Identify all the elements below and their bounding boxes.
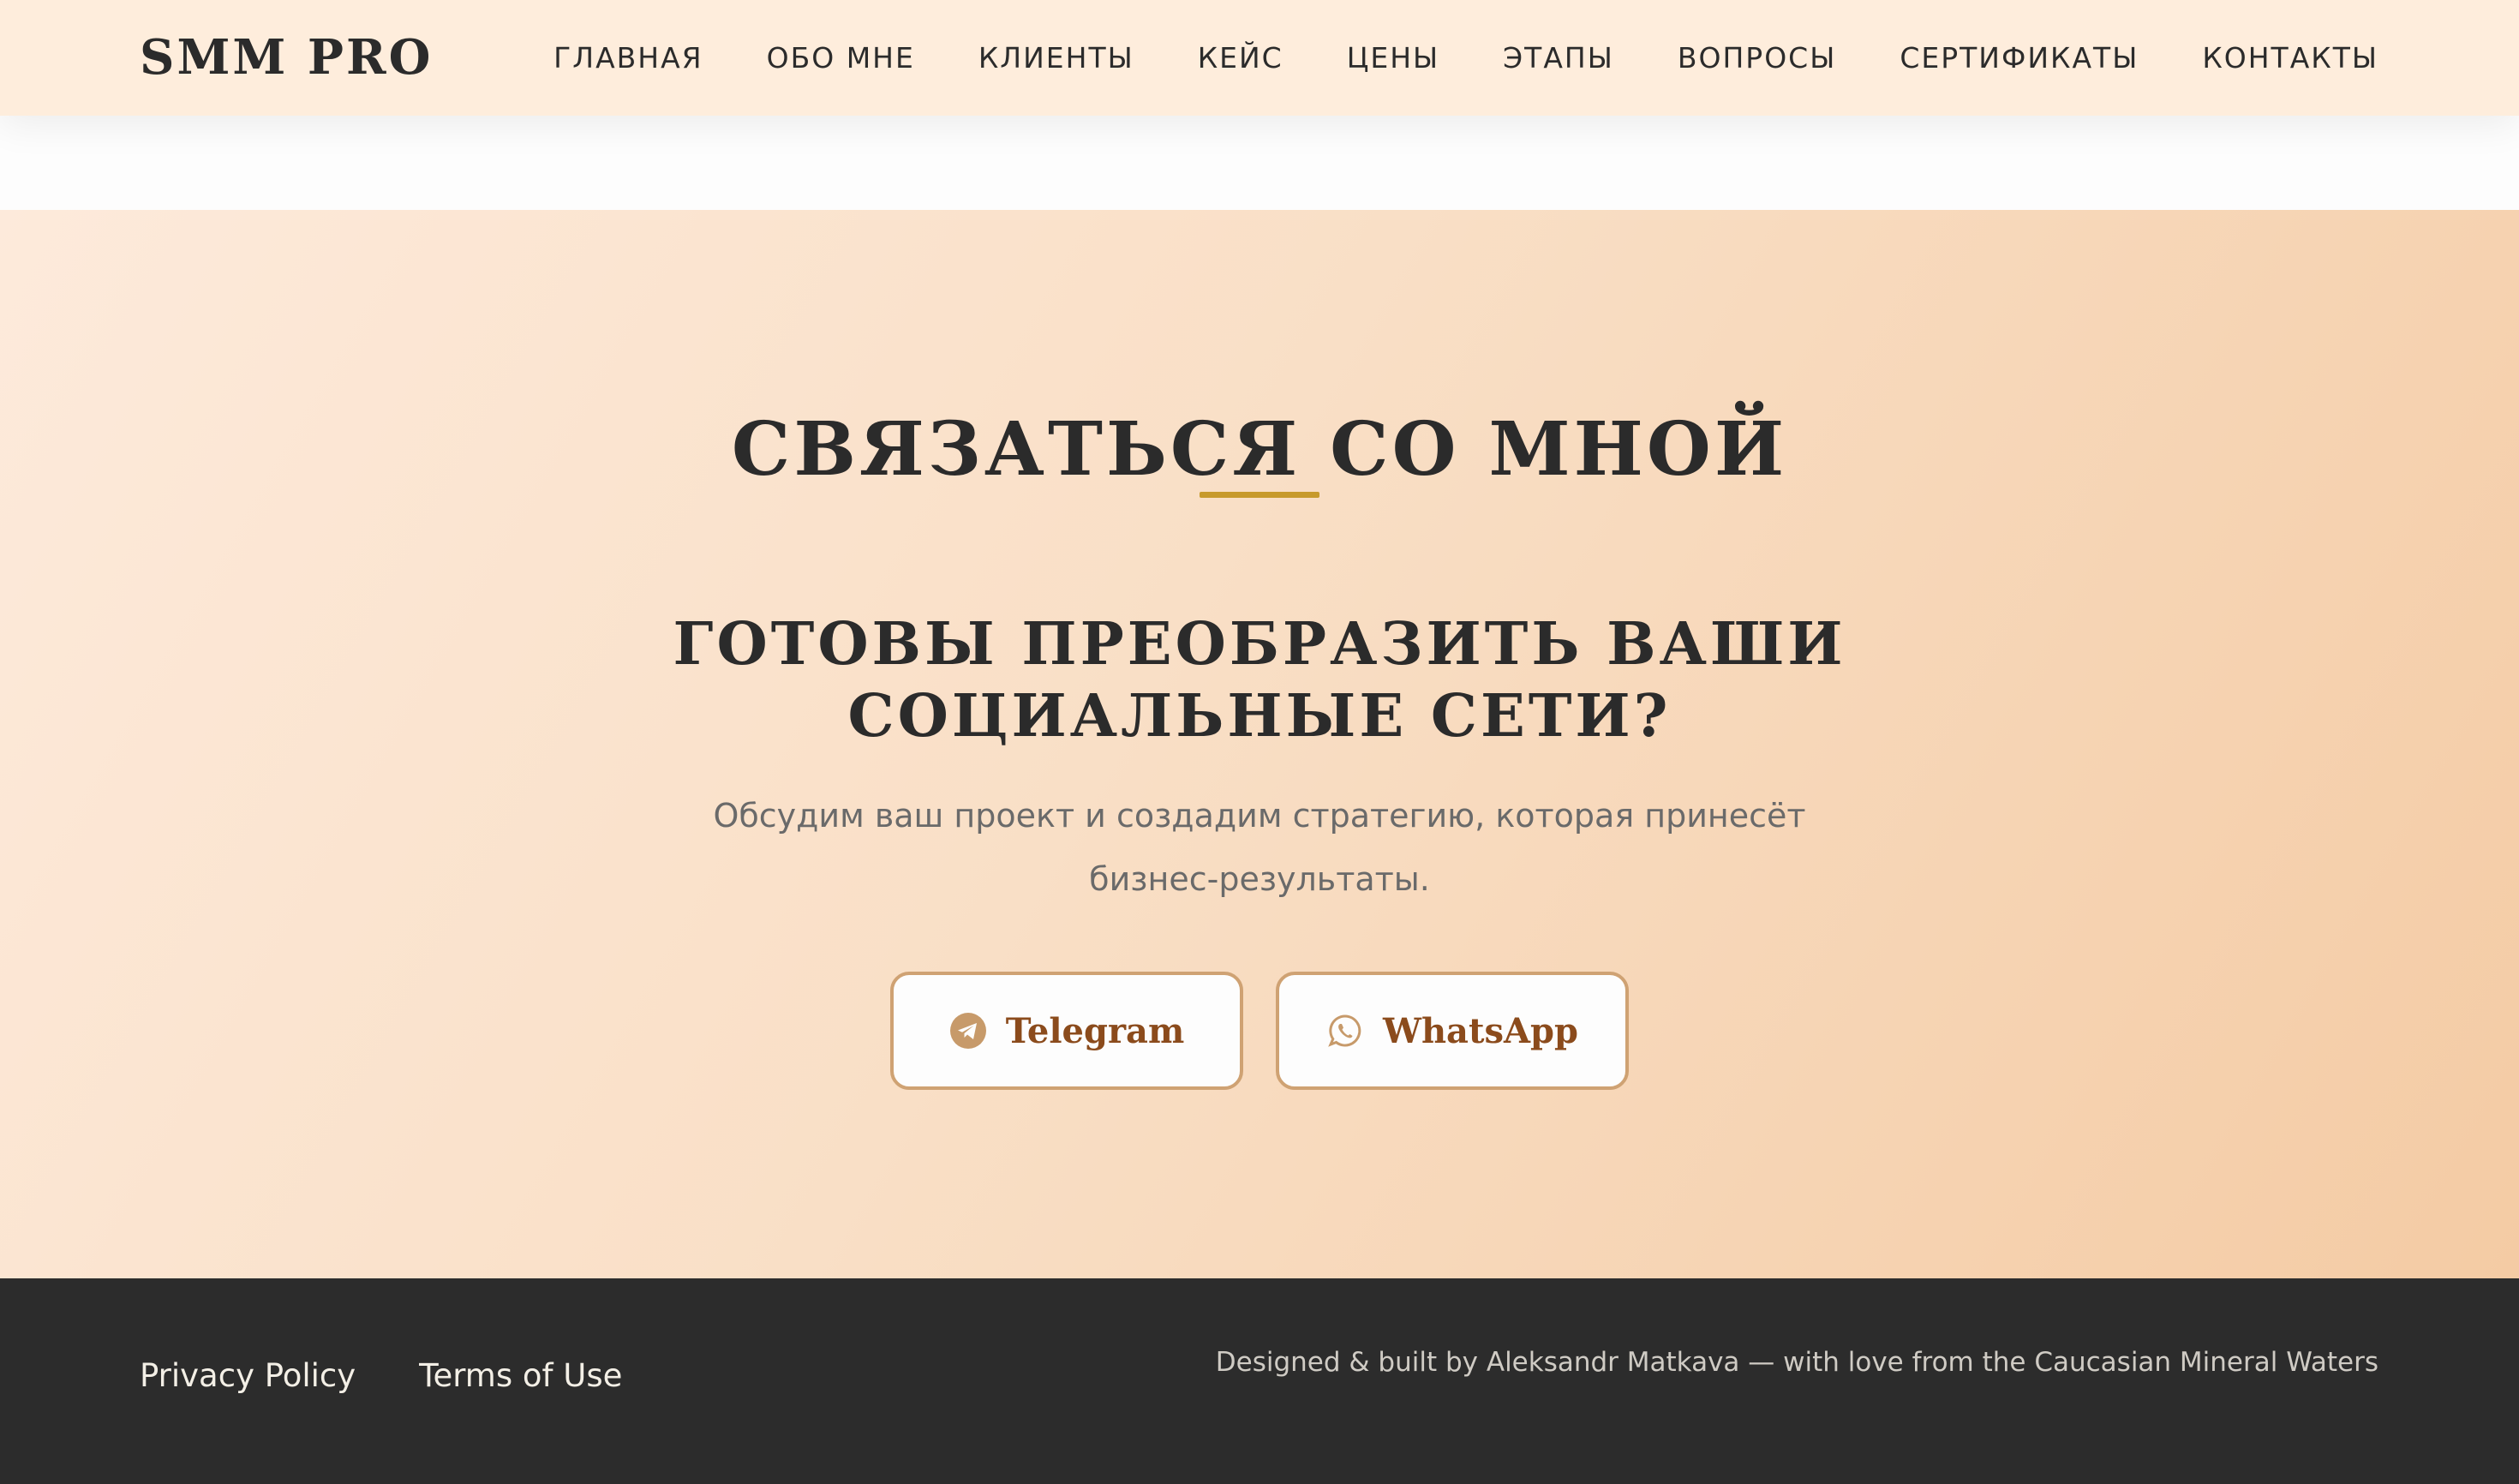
nav-item-about[interactable]: ОБО МНЕ [767,41,915,75]
whatsapp-icon [1326,1012,1364,1050]
nav-item-certificates[interactable]: СЕРТИФИКАТЫ [1900,41,2139,75]
telegram-button[interactable]: Telegram [890,972,1243,1090]
whatsapp-button[interactable]: WhatsApp [1276,972,1629,1090]
nav-item-stages[interactable]: ЭТАПЫ [1503,41,1614,75]
subtitle-line-1: ГОТОВЫ ПРЕОБРАЗИТЬ ВАШИ [673,610,1846,679]
contact-section: СВЯЗАТЬСЯ СО МНОЙ ГОТОВЫ ПРЕОБРАЗИТЬ ВАШ… [0,210,2519,1278]
whatsapp-button-label: WhatsApp [1383,1010,1578,1051]
contact-lead: Обсудим ваш проект и создадим стратегию,… [660,784,1859,911]
lead-line-2: бизнес-результаты. [1089,860,1430,898]
nav-item-faq[interactable]: ВОПРОСЫ [1678,41,1836,75]
nav-item-clients[interactable]: КЛИЕНТЫ [978,41,1134,75]
section-title: СВЯЗАТЬСЯ СО МНОЙ [731,406,1788,493]
footer-credits: Designed & built by Aleksandr Matkava — … [1215,1347,2378,1378]
section-spacer [0,116,2519,210]
nav-item-case[interactable]: КЕЙС [1198,41,1283,75]
footer-links: Privacy Policy Terms of Use [140,1357,622,1394]
contact-subtitle: ГОТОВЫ ПРЕОБРАЗИТЬ ВАШИ СОЦИАЛЬНЫЕ СЕТИ? [660,608,1859,752]
telegram-button-label: Telegram [1005,1010,1185,1051]
nav-item-home[interactable]: ГЛАВНАЯ [553,41,703,75]
title-underline [1200,492,1319,498]
nav-item-contacts[interactable]: КОНТАКТЫ [2202,41,2378,75]
telegram-icon [949,1012,987,1050]
site-logo[interactable]: SMM PRO [140,27,433,87]
terms-of-use-link[interactable]: Terms of Use [419,1357,622,1394]
site-footer: Privacy Policy Terms of Use Designed & b… [0,1278,2519,1484]
privacy-policy-link[interactable]: Privacy Policy [140,1357,356,1394]
site-header: SMM PRO ГЛАВНАЯ ОБО МНЕ КЛИЕНТЫ КЕЙС ЦЕН… [0,0,2519,116]
lead-line-1: Обсудим ваш проект и создадим стратегию,… [713,797,1806,835]
subtitle-line-2: СОЦИАЛЬНЫЕ СЕТИ? [847,682,1672,751]
main-nav: ГЛАВНАЯ ОБО МНЕ КЛИЕНТЫ КЕЙС ЦЕНЫ ЭТАПЫ … [553,38,2378,77]
nav-item-prices[interactable]: ЦЕНЫ [1347,41,1439,75]
